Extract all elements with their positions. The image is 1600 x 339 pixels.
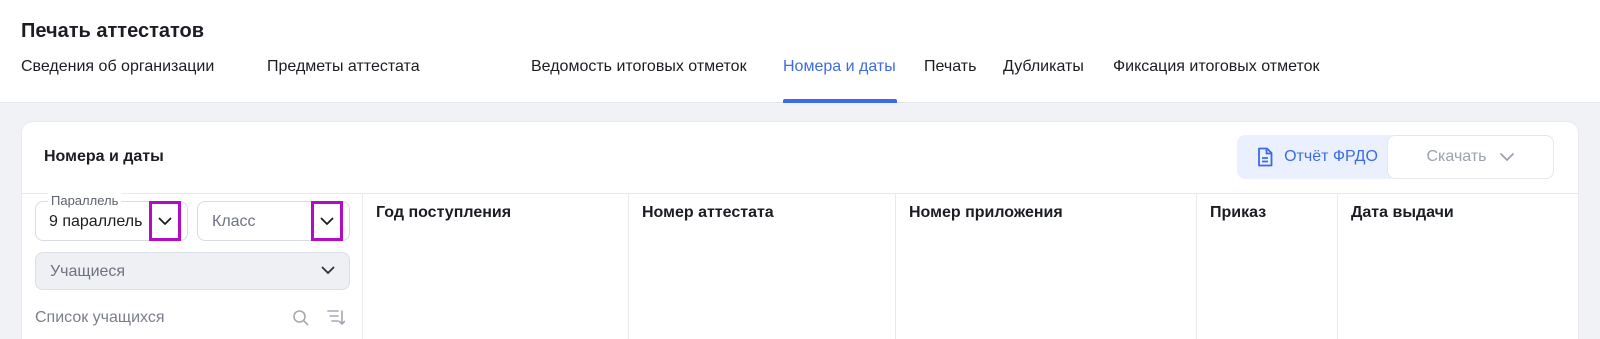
- column-issue-date: Дата выдачи: [1337, 194, 1578, 339]
- student-search-input[interactable]: [35, 306, 275, 330]
- column-header: Номер аттестата: [642, 204, 774, 221]
- report-frdo-button[interactable]: Отчёт ФРДО: [1237, 135, 1397, 179]
- column-supplement-number: Номер приложения: [895, 194, 1196, 339]
- students-select[interactable]: Учащиеся: [35, 252, 350, 290]
- tab-organization-info[interactable]: Сведения об организации: [21, 57, 267, 103]
- parallel-dropdown-toggle[interactable]: [149, 201, 181, 241]
- download-button[interactable]: Скачать: [1387, 135, 1554, 179]
- class-dropdown-toggle[interactable]: [311, 201, 343, 241]
- card-title: Номера и даты: [44, 148, 164, 165]
- page-title: Печать аттестатов: [21, 20, 205, 42]
- chevron-down-icon: [320, 217, 334, 226]
- parallel-label: Параллель: [48, 193, 122, 208]
- chevron-down-icon: [1499, 152, 1515, 162]
- page-header: Печать аттестатов Сведения об организаци…: [0, 0, 1600, 103]
- tab-duplicates[interactable]: Дубликаты: [1003, 57, 1113, 103]
- students-placeholder: Учащиеся: [50, 263, 126, 280]
- chevron-down-icon: [158, 217, 172, 226]
- numbers-dates-card: Номера и даты Отчёт ФРДО Скачать Паралле…: [21, 121, 1579, 339]
- column-admission-year: Год поступления: [362, 194, 628, 339]
- search-icon[interactable]: [292, 309, 309, 326]
- parallel-value: 9 параллель: [49, 213, 143, 230]
- class-placeholder: Класс: [212, 213, 256, 230]
- column-certificate-number: Номер аттестата: [628, 194, 895, 339]
- report-frdo-label: Отчёт ФРДО: [1284, 148, 1378, 165]
- download-label: Скачать: [1426, 148, 1487, 165]
- column-header: Приказ: [1210, 204, 1267, 221]
- column-order: Приказ: [1196, 194, 1337, 339]
- sort-icon[interactable]: [327, 309, 345, 326]
- student-search-row: [35, 306, 350, 330]
- tab-certificate-subjects[interactable]: Предметы аттестата: [267, 57, 531, 103]
- tab-bar: Сведения об организации Предметы аттеста…: [21, 57, 1343, 103]
- column-header: Дата выдачи: [1351, 204, 1454, 221]
- tab-numbers-and-dates[interactable]: Номера и даты: [783, 57, 897, 103]
- column-header: Номер приложения: [909, 204, 1063, 221]
- chevron-down-icon: [321, 266, 335, 275]
- column-header: Год поступления: [376, 204, 512, 221]
- tab-final-grades-sheet[interactable]: Ведомость итоговых отметок: [531, 57, 783, 103]
- document-icon: [1256, 147, 1274, 167]
- tab-print[interactable]: Печать: [924, 57, 1003, 103]
- tab-fix-final-grades[interactable]: Фиксация итоговых отметок: [1113, 57, 1343, 103]
- numbers-dates-table: Год поступления Номер аттестата Номер пр…: [362, 194, 1578, 339]
